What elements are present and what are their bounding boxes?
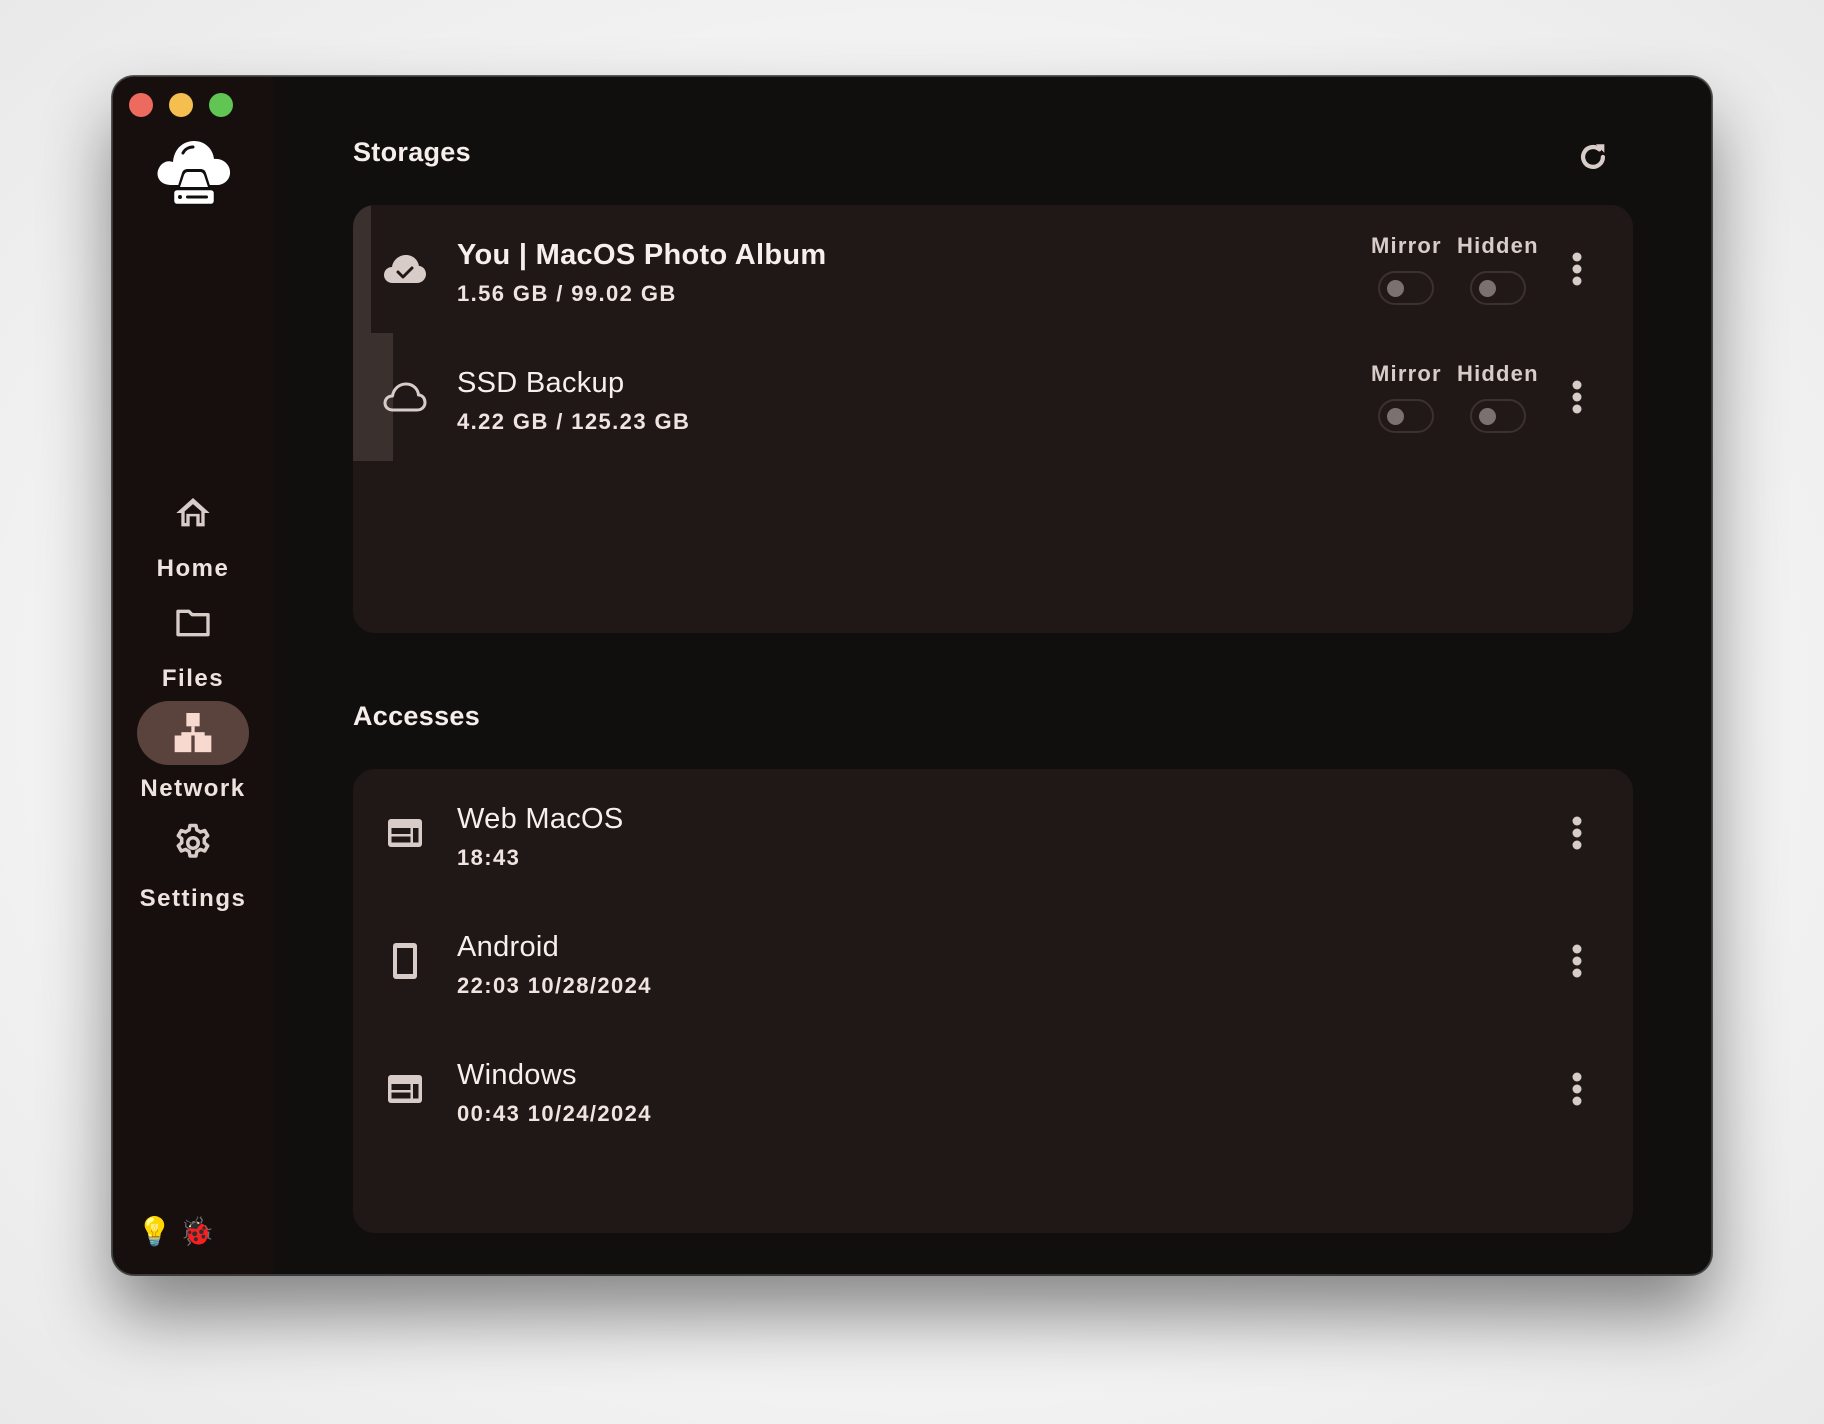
toggle-knob <box>1387 408 1405 425</box>
mirror-toggle-group: Mirror <box>1371 361 1442 433</box>
kebab-menu-icon <box>1572 380 1582 414</box>
access-name: Android <box>457 931 560 963</box>
cloud-check-icon <box>381 245 429 293</box>
access-name: Web MacOS <box>457 803 624 835</box>
sidebar-item-label: Home <box>156 555 230 582</box>
cloud-drive-icon <box>153 135 233 213</box>
lightbulb-icon[interactable]: 💡 <box>137 1215 172 1248</box>
mirror-toggle-group: Mirror <box>1371 233 1442 305</box>
storages-card: You | MacOS Photo Album 1.56 GB / 99.02 … <box>353 205 1633 633</box>
mirror-label: Mirror <box>1371 233 1442 258</box>
network-icon <box>137 701 249 765</box>
storage-row[interactable]: You | MacOS Photo Album 1.56 GB / 99.02 … <box>353 205 1633 333</box>
storage-name: You | MacOS Photo Album <box>457 239 827 271</box>
kebab-menu-icon <box>1572 816 1582 850</box>
sidebar-item-files[interactable]: Files <box>113 591 273 693</box>
sidebar-item-label: Network <box>140 775 246 802</box>
hidden-toggle-group: Hidden <box>1457 233 1539 305</box>
hidden-toggle-group: Hidden <box>1457 361 1539 433</box>
more-options-button[interactable] <box>1557 1069 1597 1109</box>
more-options-button[interactable] <box>1557 377 1597 417</box>
sidebar-item-label: Files <box>161 665 225 692</box>
access-row[interactable]: Android 22:03 10/28/2024 <box>353 897 1633 1025</box>
close-window-button[interactable] <box>129 93 153 117</box>
access-time: 18:43 <box>457 845 521 870</box>
browser-window-icon <box>381 1065 429 1113</box>
hidden-toggle[interactable] <box>1469 399 1526 433</box>
storage-usage: 1.56 GB / 99.02 GB <box>457 281 677 306</box>
ladybug-icon[interactable]: 🐞 <box>180 1215 215 1248</box>
storages-title: Storages <box>353 137 471 167</box>
refresh-button[interactable] <box>1573 137 1613 177</box>
storage-usage: 4.22 GB / 125.23 GB <box>457 409 691 434</box>
sidebar-footer: 💡 🐞 <box>137 1215 215 1248</box>
more-options-button[interactable] <box>1557 249 1597 289</box>
access-row[interactable]: Web MacOS 18:43 <box>353 769 1633 897</box>
toggle-knob <box>1387 280 1405 297</box>
mirror-toggle[interactable] <box>1378 271 1435 305</box>
phone-icon <box>381 937 429 985</box>
traffic-lights <box>129 93 233 117</box>
access-name: Windows <box>457 1059 577 1091</box>
mirror-toggle[interactable] <box>1378 399 1435 433</box>
refresh-icon <box>1580 144 1606 169</box>
kebab-menu-icon <box>1572 944 1582 978</box>
storage-row[interactable]: SSD Backup 4.22 GB / 125.23 GB Mirror Hi… <box>353 333 1633 461</box>
storage-name: SSD Backup <box>457 367 625 399</box>
mirror-label: Mirror <box>1371 361 1442 386</box>
gear-icon <box>137 811 249 875</box>
access-row[interactable]: Windows 00:43 10/24/2024 <box>353 1025 1633 1153</box>
accesses-title: Accesses <box>353 701 481 731</box>
toggle-knob <box>1478 280 1496 297</box>
more-options-button[interactable] <box>1557 941 1597 981</box>
cloud-outline-icon <box>381 373 429 421</box>
app-window: Home Files Network Settings 💡 🐞 Storages… <box>112 76 1712 1275</box>
sidebar-item-network[interactable]: Network <box>113 701 273 803</box>
access-time: 00:43 10/24/2024 <box>457 1101 652 1126</box>
more-options-button[interactable] <box>1557 813 1597 853</box>
home-icon <box>137 481 249 545</box>
sidebar-item-label: Settings <box>139 885 247 912</box>
folder-icon <box>137 591 249 655</box>
sidebar-item-home[interactable]: Home <box>113 481 273 583</box>
main-content: Storages You | MacOS Photo Album 1.56 GB… <box>273 77 1711 1274</box>
access-time: 22:03 10/28/2024 <box>457 973 652 998</box>
hidden-toggle[interactable] <box>1469 271 1526 305</box>
kebab-menu-icon <box>1572 252 1582 286</box>
sidebar: Home Files Network Settings 💡 🐞 <box>113 77 273 1274</box>
hidden-label: Hidden <box>1457 361 1539 386</box>
maximize-window-button[interactable] <box>209 93 233 117</box>
browser-window-icon <box>381 809 429 857</box>
sidebar-item-settings[interactable]: Settings <box>113 811 273 913</box>
minimize-window-button[interactable] <box>169 93 193 117</box>
kebab-menu-icon <box>1572 1072 1582 1106</box>
hidden-label: Hidden <box>1457 233 1539 258</box>
toggle-knob <box>1478 408 1496 425</box>
accesses-card: Web MacOS 18:43 Android 22:03 10/28/2024 <box>353 769 1633 1233</box>
